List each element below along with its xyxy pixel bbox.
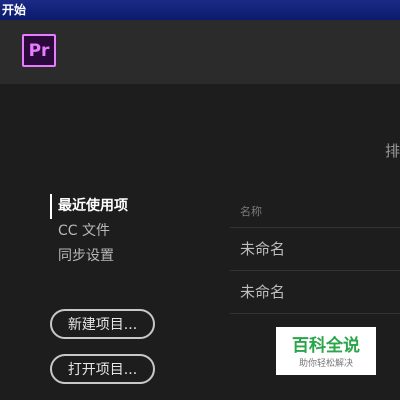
new-project-button[interactable]: 新建项目...	[50, 309, 155, 339]
watermark-logo: 百科全说 助你轻松解决	[276, 327, 376, 375]
app-header: Pr	[0, 20, 400, 84]
nav-item-recent[interactable]: 最近使用项	[50, 194, 200, 219]
watermark-sub-text: 助你轻松解决	[298, 359, 353, 369]
list-item[interactable]: 未命名	[230, 228, 400, 271]
list-item[interactable]: 未命名	[230, 271, 400, 314]
recent-projects-list: 名称 未命名 未命名	[230, 195, 400, 314]
window-title-bar[interactable]: 开始	[0, 0, 400, 20]
start-screen: 开始 Pr 排 最近使用项 CC 文件 同步设置 新建项目... 打开项目...…	[0, 0, 400, 400]
nav-item-sync-settings[interactable]: 同步设置	[50, 244, 200, 269]
nav-item-cc-files[interactable]: CC 文件	[50, 219, 200, 244]
logo-text: Pr	[28, 40, 50, 61]
premiere-pro-logo-icon: Pr	[22, 34, 56, 67]
column-header-name[interactable]: 名称	[230, 195, 400, 228]
open-project-button[interactable]: 打开项目...	[50, 354, 155, 384]
left-nav: 最近使用项 CC 文件 同步设置	[50, 194, 200, 269]
window-title: 开始	[2, 3, 27, 17]
watermark-main-text: 百科全说	[292, 336, 360, 356]
sort-label[interactable]: 排	[385, 140, 400, 161]
